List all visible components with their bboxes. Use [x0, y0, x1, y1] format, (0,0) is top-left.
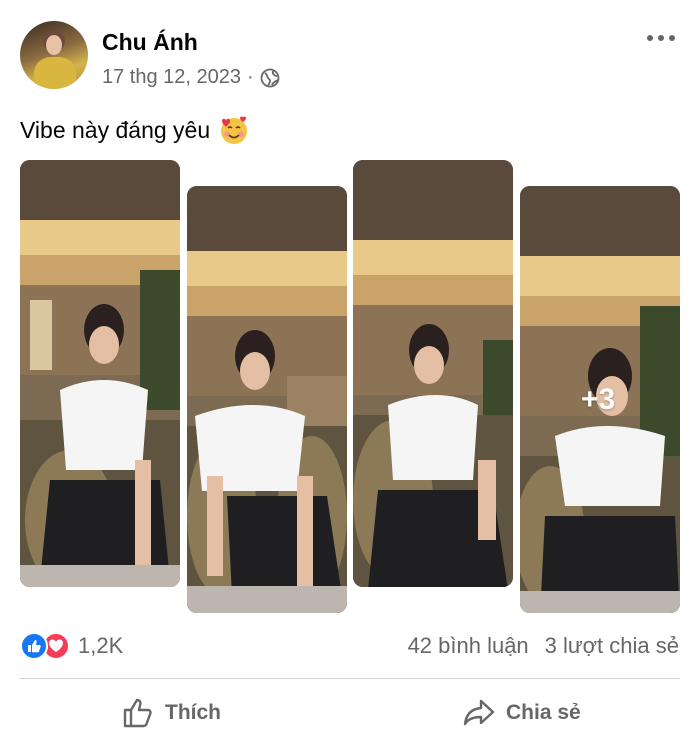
meta-separator: · [247, 66, 254, 88]
divider [20, 678, 680, 679]
post-date[interactable]: 17 thg 12, 2023 [102, 66, 241, 89]
reaction-summary[interactable]: 1,2K [20, 632, 123, 660]
share-button[interactable]: Chia sẻ [462, 694, 581, 732]
smiling-face-with-hearts-icon [221, 116, 248, 144]
post-photo-1[interactable] [20, 160, 180, 587]
post-photo-3[interactable] [353, 160, 513, 587]
globe-icon[interactable] [260, 68, 280, 88]
like-icon [20, 632, 48, 660]
post-photo-2[interactable] [187, 186, 347, 613]
share-arrow-icon [463, 699, 495, 726]
engagement-stats: 42 bình luận 3 lượt chia sẻ [408, 633, 679, 659]
like-button[interactable]: Thích [121, 694, 221, 732]
post-caption: Vibe này đáng yêu [20, 114, 250, 146]
more-options-icon[interactable] [647, 28, 679, 48]
caption-text: Vibe này đáng yêu [20, 116, 211, 143]
share-label: Chia sẻ [506, 701, 581, 724]
author-avatar[interactable] [20, 21, 88, 89]
comment-count[interactable]: 42 bình luận [408, 633, 529, 659]
post-meta: 17 thg 12, 2023 · [102, 66, 280, 89]
thumbs-up-icon [123, 698, 152, 728]
author-name[interactable]: Chu Ánh [102, 29, 198, 56]
reaction-count: 1,2K [78, 633, 124, 658]
like-label: Thích [165, 701, 221, 724]
share-count[interactable]: 3 lượt chia sẻ [545, 633, 679, 659]
more-photos-overlay[interactable]: +3 [581, 383, 615, 417]
facebook-post: Chu Ánh 17 thg 12, 2023 · Vibe này đáng … [0, 0, 700, 746]
